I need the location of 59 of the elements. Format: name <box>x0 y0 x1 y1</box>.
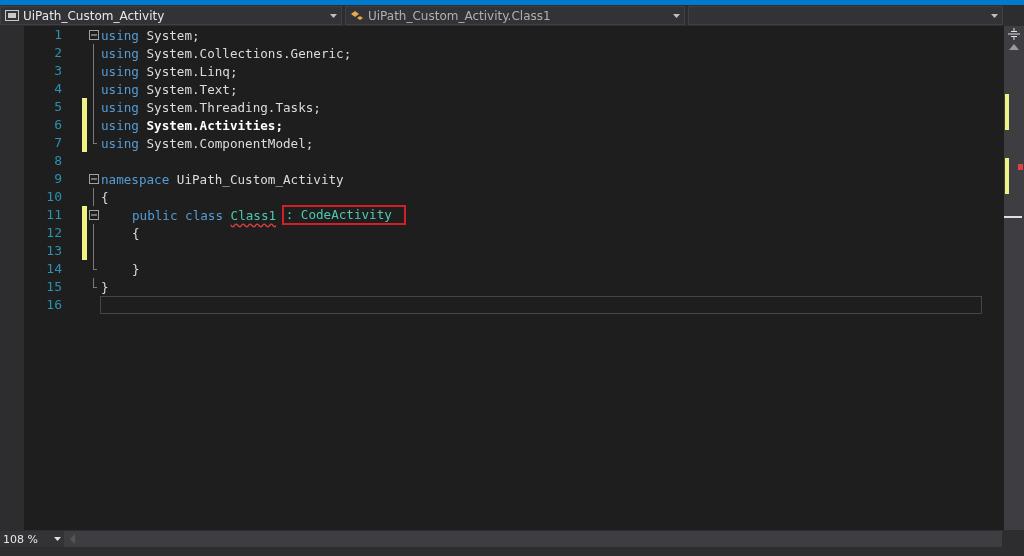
type-dropdown[interactable]: UiPath_Custom_Activity.Class1 <box>345 6 685 25</box>
code-token: System.Collections.Generic; <box>146 45 352 61</box>
collapse-icon[interactable] <box>89 174 99 184</box>
code-token: System.Linq; <box>146 63 238 79</box>
caret-icon <box>991 13 998 18</box>
code-token: System.ComponentModel; <box>146 135 314 151</box>
code-token: using <box>101 99 139 115</box>
collapse-icon[interactable] <box>89 210 99 220</box>
line-number: 16 <box>45 296 62 314</box>
horizontal-scrollbar[interactable] <box>64 531 1002 547</box>
code-token: namespace <box>101 171 170 187</box>
code-token: using <box>101 135 139 151</box>
line-number: 4 <box>53 80 62 98</box>
code-token: using <box>101 63 139 79</box>
line-number: 9 <box>53 170 62 188</box>
line-number: 15 <box>45 278 62 296</box>
class-icon <box>350 9 364 22</box>
line-number: 3 <box>53 62 62 80</box>
line-number: 7 <box>53 134 62 152</box>
code-token: } <box>132 261 140 277</box>
code-token: { <box>101 189 109 205</box>
caret-icon <box>54 537 61 541</box>
collapse-icon[interactable] <box>89 30 99 40</box>
vertical-scrollbar[interactable] <box>1004 26 1024 530</box>
type-name: UiPath_Custom_Activity.Class1 <box>368 8 551 23</box>
code-token: { <box>132 225 140 241</box>
code-token: UiPath_Custom_Activity <box>176 171 344 187</box>
caret-icon <box>330 13 337 18</box>
zoom-dropdown[interactable]: 108 % <box>0 531 64 547</box>
line-number: 5 <box>53 98 62 116</box>
line-number: 1 <box>53 26 62 44</box>
highlighted-code: : CodeActivity <box>283 207 404 223</box>
line-number: 14 <box>45 260 62 278</box>
line-number: 8 <box>53 152 62 170</box>
line-number: 2 <box>53 44 62 62</box>
code-token: using <box>101 117 139 133</box>
code-token: using <box>101 45 139 61</box>
code-token: System.Threading.Tasks; <box>146 99 321 115</box>
code-token: class <box>185 207 223 223</box>
code-token: using <box>101 27 139 43</box>
code-token: } <box>101 279 109 295</box>
project-dropdown[interactable]: UiPath_Custom_Activity <box>0 6 342 25</box>
project-name: UiPath_Custom_Activity <box>23 8 165 23</box>
code-token: System; <box>146 27 200 43</box>
line-number: 12 <box>45 224 62 242</box>
line-number: 11 <box>45 206 62 224</box>
caret-icon <box>673 13 680 18</box>
code-token: using <box>101 81 139 97</box>
error-code: Class1 <box>230 207 277 223</box>
code-token: public <box>132 207 178 223</box>
code-token: System.Activities; <box>146 117 283 133</box>
scroll-up-icon[interactable] <box>1009 44 1019 50</box>
line-number: 13 <box>45 242 62 260</box>
line-number: 10 <box>45 188 62 206</box>
code-file-icon <box>5 10 19 21</box>
split-icon[interactable] <box>1007 28 1021 40</box>
code-token: System.Text; <box>146 81 238 97</box>
line-number: 6 <box>53 116 62 134</box>
fold-line <box>93 188 94 206</box>
